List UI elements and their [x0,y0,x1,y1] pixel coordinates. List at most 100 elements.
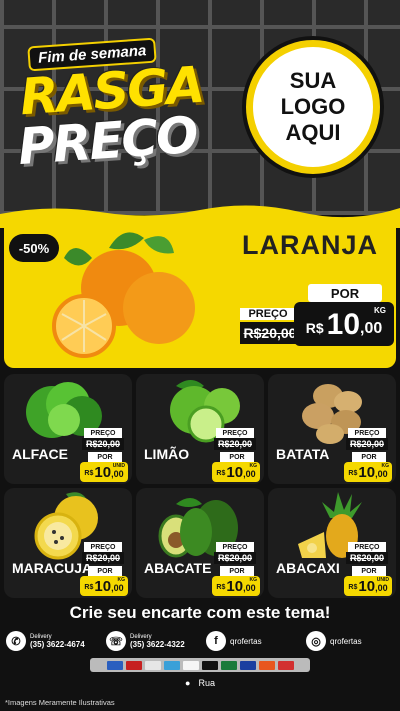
hero-por-label: POR [308,284,382,302]
old-price: R$20,00 [82,438,124,450]
currency: R$ [84,470,94,477]
contact-whatsapp[interactable]: ✆ Delivery (35) 3622-4674 [6,630,85,652]
price-integer: 10 [94,464,112,481]
logo-line-2: LOGO [280,94,346,119]
cta-text: Crie seu encarte com este tema! [69,603,331,622]
facebook-icon: f [206,631,226,651]
old-price: R$20,00 [346,438,388,450]
location-pin-icon: ● [185,678,191,688]
hero-new-price: R$ 10 ,00 KG [294,302,394,346]
contact-instagram[interactable]: ◎ qrofertas [306,630,362,652]
payment-icon [144,660,161,670]
new-price: R$ 10 ,00 KG [344,462,392,482]
price-decimal: ,00 [375,583,388,593]
price-integer: 10 [94,578,112,595]
hero-currency: R$ [305,320,324,336]
product-card-abacate[interactable]: ABACATE PREÇO R$20,00 POR R$ 10 ,00 KG [136,488,264,598]
product-name: ALFACE [12,446,68,462]
por-label: POR [220,452,254,462]
price-decimal: ,00 [111,469,124,479]
product-card-limao[interactable]: LIMÃO PREÇO R$20,00 POR R$ 10 ,00 KG [136,374,264,484]
product-name: BATATA [276,446,330,462]
price-unit: KG [381,463,390,469]
contact-facebook[interactable]: f qrofertas [206,630,262,652]
whatsapp-icon: ✆ [6,631,26,651]
new-price: R$ 10 ,00 KG [212,462,260,482]
por-label: POR [352,566,386,576]
hero-price-decimal: ,00 [360,320,383,337]
new-price: R$ 10 ,00 KG [212,576,260,596]
product-card-abacaxi[interactable]: ABACAXI PREÇO R$20,00 POR R$ 10 ,00 UNID [268,488,396,598]
product-card-alface[interactable]: ALFACE PREÇO R$20,00 POR R$ 10 ,00 UNID [4,374,132,484]
payment-icon [239,660,256,670]
price-integer: 10 [226,578,244,595]
price-integer: 10 [226,464,244,481]
old-price-label: PREÇO [348,542,386,552]
old-price: R$20,00 [82,552,124,564]
discount-badge: -50% [9,234,59,262]
logo-line-1: SUA [289,68,337,93]
hero-old-price: R$20,00 [240,322,300,344]
price-unit: UNID [112,463,125,469]
payment-icon [277,660,294,670]
product-name: MARACUJÁ [12,560,93,576]
price-decimal: ,00 [375,469,388,479]
hero-price-unit: KG [374,306,386,315]
payment-icon [163,660,180,670]
phone-icon: ☏ [106,631,126,651]
price-decimal: ,00 [243,583,256,593]
orange-image [52,232,195,358]
product-name: ABACAXI [276,560,340,576]
por-label: POR [88,452,122,462]
contact-phone[interactable]: ☏ Delivery (35) 3622-4322 [106,630,185,652]
por-label: POR [352,452,386,462]
old-price-label: PREÇO [84,428,122,438]
por-label: POR [88,566,122,576]
new-price: R$ 10 ,00 UNID [80,462,128,482]
hero-product-card[interactable]: -50% LARANJA POR PREÇO R$20,00 R$ 10 ,00… [4,218,396,368]
product-card-batata[interactable]: BATATA PREÇO R$20,00 POR R$ 10 ,00 KG [268,374,396,484]
old-price: R$20,00 [214,552,256,564]
old-price-label: PREÇO [216,428,254,438]
address: ● Rua [0,678,400,688]
price-unit: KG [117,577,126,583]
old-price: R$20,00 [214,438,256,450]
payment-methods [90,658,310,672]
product-name: ABACATE [144,560,212,576]
product-card-maracuja[interactable]: MARACUJÁ PREÇO R$20,00 POR R$ 10 ,00 KG [4,488,132,598]
promo-line-2: PREÇO [16,105,199,177]
old-price-label: PREÇO [216,542,254,552]
product-name: LIMÃO [144,446,190,462]
hero-product-name: LARANJA [241,230,378,260]
old-price: R$20,00 [346,552,388,564]
payment-icon [220,660,237,670]
hero-old-price-label: PREÇO [240,308,296,320]
instagram-icon: ◎ [306,631,326,651]
instagram-handle: qrofertas [330,636,362,646]
phone-number: (35) 3622-4322 [130,640,185,649]
payment-icon [125,660,142,670]
payment-icon [258,660,275,670]
payment-icon [106,660,123,670]
payment-icon [201,660,218,670]
price-integer: 10 [358,578,376,595]
disclaimer: *Imagens Meramente Ilustrativas [5,698,115,707]
logo-placeholder: SUA LOGO AQUI [246,40,380,174]
whatsapp-number: (35) 3622-4674 [30,640,85,649]
price-unit: UNID [376,577,389,583]
currency: R$ [84,584,94,591]
hero-price-integer: 10 [326,308,361,341]
price-integer: 10 [358,464,376,481]
currency: R$ [216,584,226,591]
address-text: Rua [198,678,215,688]
logo-line-3: AQUI [285,120,341,145]
por-label: POR [220,566,254,576]
facebook-handle: qrofertas [230,636,262,646]
payment-icon [182,660,199,670]
price-unit: KG [249,577,258,583]
currency: R$ [348,470,358,477]
old-price-label: PREÇO [348,428,386,438]
price-decimal: ,00 [111,583,124,593]
old-price-label: PREÇO [84,542,122,552]
currency: R$ [216,470,226,477]
